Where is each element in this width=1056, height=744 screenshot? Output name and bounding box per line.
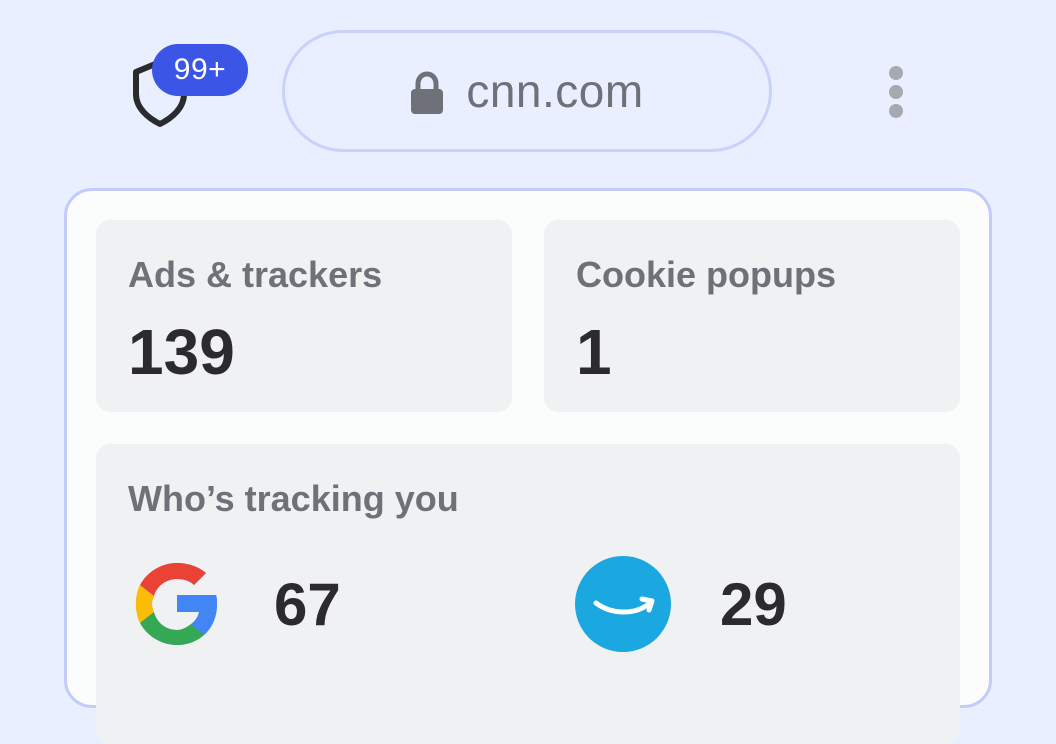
whos-tracking-card[interactable]: Who’s tracking you 67 29	[96, 444, 960, 744]
url-text: cnn.com	[466, 65, 644, 117]
url-bar[interactable]: cnn.com	[282, 30, 772, 152]
menu-dot-icon	[889, 66, 903, 80]
ads-trackers-card[interactable]: Ads & trackers 139	[96, 220, 512, 412]
menu-dot-icon	[889, 104, 903, 118]
cookie-popups-label: Cookie popups	[576, 254, 836, 295]
menu-dot-icon	[889, 85, 903, 99]
amazon-logo-icon	[575, 556, 671, 652]
privacy-stats-panel: Ads & trackers 139 Cookie popups 1 Who’s…	[64, 188, 992, 744]
tracker-google[interactable]: 67	[128, 554, 341, 654]
lock-icon	[411, 71, 444, 114]
more-options-button[interactable]	[876, 60, 916, 124]
blocked-count-badge: 99+	[152, 44, 248, 96]
top-bar: 99+ cnn.com	[0, 0, 1056, 180]
amazon-tracker-count: 29	[720, 570, 787, 638]
google-tracker-count: 67	[274, 570, 341, 638]
ads-trackers-count: 139	[128, 316, 235, 388]
google-logo-icon	[136, 563, 217, 645]
tracker-amazon[interactable]: 29	[574, 554, 787, 654]
cookie-popups-count: 1	[576, 316, 612, 388]
cookie-popups-card[interactable]: Cookie popups 1	[544, 220, 960, 412]
ads-trackers-label: Ads & trackers	[128, 254, 383, 295]
whos-tracking-title: Who’s tracking you	[128, 478, 459, 519]
